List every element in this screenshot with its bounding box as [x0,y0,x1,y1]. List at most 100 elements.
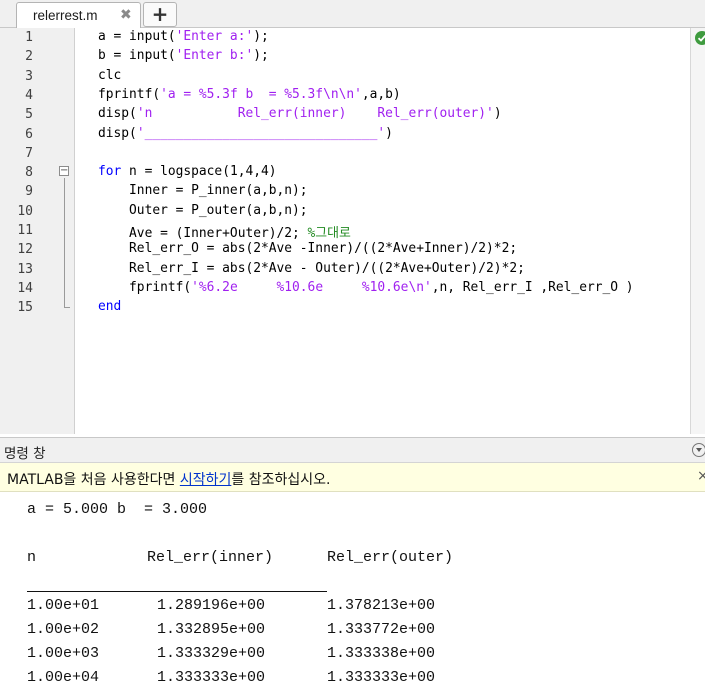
line-number: 1 [25,30,33,45]
code-text: fprintf('a = %5.3f b = %5.3f\n\n',a,b) [98,87,401,102]
file-tab-label: relerrest.m [33,8,98,23]
code-token: ) [385,125,393,141]
output-inner-value: 1.289196e+00 [157,597,266,614]
code-text: disp('n Rel_err(inner) Rel_err(outer)') [98,106,502,121]
output-n-value: 1.00e+04 [27,669,100,686]
code-line[interactable]: 11 Ave = (Inner+Outer)/2; %그대로 [0,221,690,241]
code-line[interactable]: 8 for n = logspace(1,4,4) [0,163,690,182]
getting-started-link[interactable]: 시작하기 [180,472,232,488]
string-token: 'a = %5.3f b = %5.3f\n\n' [160,86,362,102]
code-token: ); [253,48,269,64]
line-number: 4 [25,87,33,103]
code-text: disp('______________________________') [98,126,393,141]
code-line[interactable]: 13 Rel_err_I = abs(2*Ave - Outer)/((2*Av… [0,260,690,279]
code-line[interactable]: 4 fprintf('a = %5.3f b = %5.3f\n\n',a,b) [0,86,690,105]
output-inner-value: 1.333329e+00 [157,645,266,662]
code-line[interactable]: 2 b = input('Enter b:'); [0,47,690,66]
code-token: n = logspace(1,4,4) [121,164,277,180]
code-token: fprintf( [98,86,161,102]
output-row: 1.00e+01 1.289196e+00 1.378213e+00 [27,597,677,621]
code-line[interactable]: 15 end [0,298,690,317]
getting-started-banner: MATLAB을 처음 사용한다면 시작하기를 참조하십시오. × [0,463,705,492]
output-n-value: 1.00e+01 [27,597,100,614]
new-tab-button[interactable]: + [143,2,177,27]
code-text: end [98,299,121,314]
command-window-output[interactable]: a = 5.000 b = 3.000 n Rel_err(inner) Rel… [0,492,705,691]
code-token: ); [253,29,269,44]
code-line[interactable]: 9 Inner = P_inner(a,b,n); [0,182,690,201]
output-inner-value: 1.332895e+00 [157,621,266,638]
line-number: 12 [17,242,33,258]
close-banner-icon[interactable]: × [697,468,705,484]
code-editor[interactable]: − 1a = input('Enter a:'); 2 b = input('Ent… [0,28,705,434]
line-number: 9 [25,184,33,200]
code-token: fprintf( [98,279,192,295]
code-text: for n = logspace(1,4,4) [98,164,277,179]
output-outer-value: 1.378213e+00 [327,597,436,614]
output-column-headers: n Rel_err(inner) Rel_err(outer) [27,549,677,573]
output-row: 1.00e+03 1.333329e+00 1.333338e+00 [27,645,677,669]
code-text: a = input('Enter a:'); [98,29,269,44]
code-text: Ave = (Inner+Outer)/2; %그대로 [98,222,351,241]
keyword-token: for [98,164,122,180]
comment-token: %그대로 [307,226,351,241]
output-outer-value: 1.333338e+00 [327,645,436,662]
code-token: b = input( [98,48,176,64]
output-ab-line: a = 5.000 b = 3.000 [27,501,208,518]
chevron-down-icon[interactable] [692,443,705,457]
code-line[interactable]: 12 Rel_err_O = abs(2*Ave -Inner)/((2*Ave… [0,240,690,259]
code-text: Inner = P_inner(a,b,n); [98,183,308,198]
line-number: 14 [17,280,33,296]
output-separator-line [27,591,327,592]
code-line[interactable]: 5 disp('n Rel_err(inner) Rel_err(outer)') [0,105,690,124]
code-token: disp( [98,125,137,141]
code-text: fprintf('%6.2e %10.6e %10.6e\n',n, Rel_e… [98,280,634,295]
column-header-inner: Rel_err(inner) [147,549,274,566]
code-text: Outer = P_outer(a,b,n); [98,203,308,218]
code-line[interactable]: 7 [0,144,690,163]
editor-tab-bar: relerrest.m ✖ + [0,0,705,28]
code-line[interactable]: 14 fprintf('%6.2e %10.6e %10.6e\n',n, Re… [0,279,690,298]
string-token: 'Enter b:' [175,48,254,64]
code-token: ,a,b) [361,86,401,102]
code-line[interactable]: 10 Outer = P_outer(a,b,n); [0,202,690,221]
file-tab[interactable]: relerrest.m ✖ [16,2,141,28]
banner-text-before: MATLAB을 처음 사용한다면 [7,472,180,488]
code-line[interactable]: 1 a = input('Enter a:'); [0,28,690,47]
keyword-token: end [98,299,122,315]
output-outer-value: 1.333772e+00 [327,621,436,638]
line-number: 6 [25,126,33,142]
line-number: 13 [17,261,33,277]
banner-text-after: 를 참조하십시오. [231,472,331,488]
close-tab-icon[interactable]: ✖ [120,7,132,23]
output-row: 1.00e+02 1.332895e+00 1.333772e+00 [27,621,677,645]
line-number: 15 [17,300,33,316]
line-number: 5 [25,107,33,123]
output-n-value: 1.00e+02 [27,621,100,638]
output-outer-value: 1.333333e+00 [327,669,436,686]
code-token: Outer = P_outer(a,b,n); [98,202,308,218]
code-token: Inner = P_inner(a,b,n); [98,183,308,199]
banner-text: MATLAB을 처음 사용한다면 시작하기를 참조하십시오. [7,469,330,489]
column-header-n: n [27,549,37,566]
check-circle-icon[interactable] [695,31,705,45]
command-window-header: 명령 창 [0,437,705,463]
code-line[interactable]: 3 clc [0,67,690,86]
code-token: ,n, Rel_err_I ,Rel_err_O ) [431,279,634,295]
code-token: a = input( [98,29,176,44]
line-number: 10 [17,203,33,219]
code-token: clc [98,67,122,83]
string-token: 'n Rel_err(inner) Rel_err(outer)' [136,106,494,122]
code-text: Rel_err_O = abs(2*Ave -Inner)/((2*Ave+In… [98,241,517,256]
code-text: b = input('Enter b:'); [98,48,269,63]
line-number: 2 [25,49,33,65]
code-token: Rel_err_I = abs(2*Ave - Outer)/((2*Ave+O… [98,260,525,276]
string-token: 'Enter a:' [175,29,254,44]
code-token: disp( [98,106,137,122]
code-text: clc [98,68,121,83]
output-row: 1.00e+04 1.333333e+00 1.333333e+00 [27,669,677,693]
code-token: Ave = (Inner+Outer)/2; [98,226,308,241]
code-text: Rel_err_I = abs(2*Ave - Outer)/((2*Ave+O… [98,261,525,276]
code-line[interactable]: 6 disp('______________________________') [0,125,690,144]
line-number: 11 [17,223,33,238]
